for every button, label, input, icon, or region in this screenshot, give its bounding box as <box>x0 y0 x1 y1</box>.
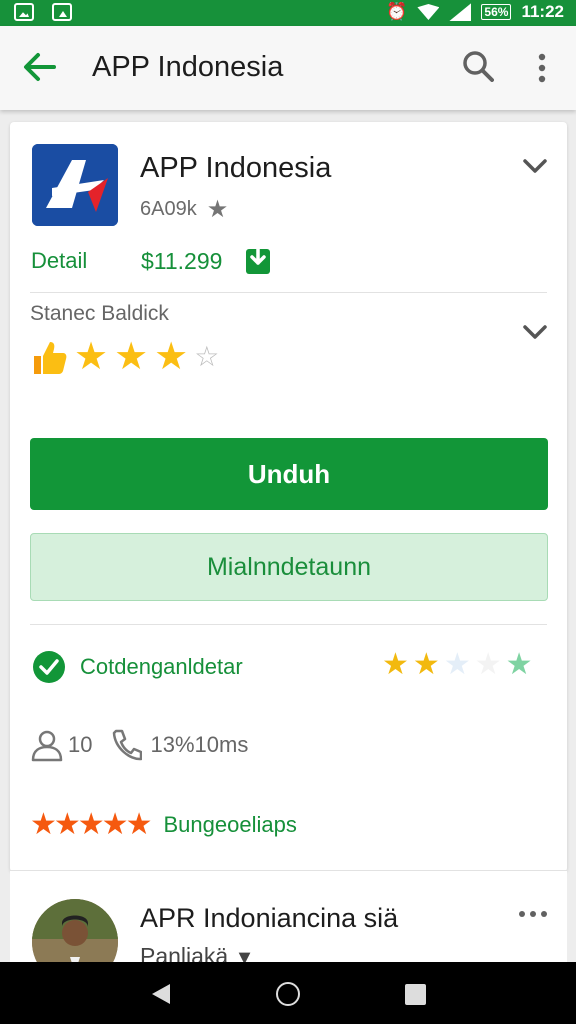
size-stat: 13%10ms <box>150 732 249 757</box>
star-empty-icon: ☆ <box>194 341 220 372</box>
star-green-icon: ★ <box>505 648 533 681</box>
signal-icon <box>449 3 472 21</box>
star-filled-icon: ★ <box>114 336 149 378</box>
chevron-down-icon[interactable] <box>522 153 548 179</box>
chevron-down-icon[interactable] <box>522 319 548 345</box>
download-button[interactable]: Unduh <box>30 438 548 510</box>
star-filled-icon: ★ <box>382 648 409 681</box>
drive-notification-icon <box>52 3 72 21</box>
developer-label: Stanec Baldick <box>30 302 169 325</box>
orange-stars-icon: ★★★★★ <box>30 808 152 841</box>
download-icon[interactable] <box>245 243 271 275</box>
star-half-icon: ★ <box>412 648 440 681</box>
star-empty-icon: ★ <box>443 648 471 681</box>
nav-home-icon[interactable] <box>276 982 300 1006</box>
review-card[interactable]: APR Indoniancina siä Panliakä ▼ <box>10 870 567 985</box>
more-vert-icon[interactable] <box>532 52 552 84</box>
system-nav-bar <box>0 962 576 1024</box>
rating-stars: ★ ★ ★ ☆ <box>30 338 219 376</box>
more-horiz-icon[interactable] <box>518 909 548 919</box>
secondary-button[interactable]: Mialnndetaunn <box>30 533 548 601</box>
verified-text: Cotdenganldetar <box>80 654 243 679</box>
app-bar: APP Indonesia <box>0 26 576 110</box>
verified-check-icon <box>33 651 65 683</box>
mini-rating-stars: ★ ★ ★ ★ ★ <box>382 650 533 680</box>
app-name: APP Indonesia <box>140 152 332 184</box>
battery-indicator: 56% <box>481 4 512 20</box>
search-icon[interactable] <box>462 50 494 82</box>
phone-icon <box>113 729 143 761</box>
photo-notification-icon <box>14 3 34 21</box>
review-author-name: APR Indoniancina siä <box>140 903 399 933</box>
status-bar: ⏰ 56% 11:22 <box>0 0 576 26</box>
detail-link[interactable]: Detail <box>31 248 87 274</box>
alarm-icon: ⏰ <box>386 2 408 21</box>
nav-recents-icon[interactable] <box>405 984 426 1005</box>
wifi-icon <box>417 4 440 20</box>
nav-back-icon[interactable] <box>150 983 172 1005</box>
star-filled-icon: ★ <box>154 336 189 378</box>
star-icon: ★ <box>206 196 229 223</box>
clock: 11:22 <box>521 2 564 21</box>
star-filled-icon: ★ <box>74 336 109 378</box>
divider <box>30 624 547 625</box>
users-count: 10 <box>68 732 93 757</box>
ratings-link[interactable]: Bungeoeliaps <box>163 812 296 838</box>
stats-row: 10 13%10ms <box>30 728 248 762</box>
person-icon <box>31 730 63 762</box>
app-meta-text: 6A09k <box>140 198 197 220</box>
thumbs-up-icon <box>34 342 67 374</box>
arrow-back-icon[interactable] <box>22 52 56 82</box>
app-logo-icon <box>32 144 118 226</box>
page-title: APP Indonesia <box>92 51 284 83</box>
app-detail-card: APP Indonesia 6A09k ★ Detail $11.299 Sta… <box>10 122 567 872</box>
star-empty-icon: ★ <box>474 648 502 681</box>
ratings-row: ★★★★★ Bungeoeliaps <box>30 810 297 840</box>
app-price: $11.299 <box>141 248 223 274</box>
divider <box>30 292 547 293</box>
app-meta: 6A09k ★ <box>140 195 228 224</box>
